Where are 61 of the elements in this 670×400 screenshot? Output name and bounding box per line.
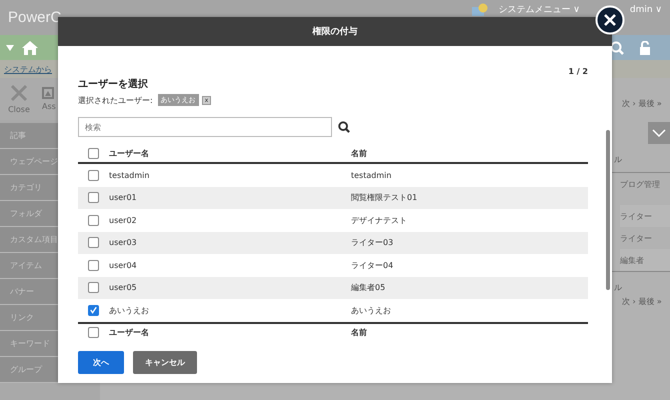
table-cell-text: 編集者05	[351, 282, 386, 294]
notice-link[interactable]: システムから	[4, 64, 52, 74]
table-cell-text: user05	[109, 283, 138, 292]
pager[interactable]: 次 › 最後 »	[622, 296, 670, 310]
table-cell-text: ライター03	[351, 237, 394, 248]
row-checkbox[interactable]	[88, 214, 99, 226]
column-label: ル	[614, 154, 623, 166]
search-field[interactable]: 検索	[78, 117, 332, 137]
table-cell-text: user02	[109, 216, 138, 225]
toolbar-button[interactable]: Close	[0, 78, 38, 120]
column-header[interactable]: 名前	[351, 327, 588, 338]
row-checkbox[interactable]	[88, 192, 99, 204]
page-indicator: 1 / 2	[568, 67, 588, 77]
caret-icon	[6, 44, 14, 50]
table-cell-text: あいうえお	[109, 304, 150, 316]
table-cell-text: testadmin	[109, 170, 150, 180]
dropdown[interactable]	[648, 122, 670, 144]
table-cell-text: ライター04	[351, 260, 394, 271]
system-menu[interactable]: システムメニュー ∨	[498, 4, 580, 16]
table-cell-text: 閲覧権限テスト01	[351, 192, 418, 204]
select-all-checkbox[interactable]	[88, 327, 99, 338]
table-cell-text: デザイナテスト	[351, 214, 408, 226]
lock-icon[interactable]	[640, 40, 650, 54]
logo[interactable]: PowerC	[8, 9, 62, 26]
select-all-checkbox[interactable]	[88, 148, 99, 158]
search-icon[interactable]	[610, 40, 624, 54]
column-header[interactable]: ユーザー名	[109, 327, 351, 338]
column-label: ル	[614, 282, 623, 294]
dialog-title: 権限の付与	[312, 25, 358, 38]
user-menu[interactable]: dmin ∨	[630, 4, 662, 16]
cancel-button[interactable]: キャンセル	[133, 350, 197, 374]
dialog-heading: ユーザーを選択	[78, 78, 149, 90]
chevron-down-icon	[652, 129, 666, 137]
role-cell-text: ブログ管理	[620, 179, 661, 191]
breadcrumb-home[interactable]	[0, 35, 58, 60]
row-checkbox[interactable]	[88, 282, 99, 294]
next-button[interactable]: 次へ	[78, 350, 124, 374]
table-cell-text: user03	[109, 238, 138, 248]
search-icon[interactable]	[338, 121, 350, 133]
role-cell-text: ライター	[620, 232, 653, 244]
row-checkbox[interactable]	[88, 260, 99, 271]
table-cell-text: user04	[109, 260, 138, 270]
selected-label: 選択されたユーザー:	[78, 94, 153, 106]
toolbar-button[interactable]: Ass	[42, 78, 56, 120]
scrollbar[interactable]	[606, 130, 610, 290]
close-icon[interactable]	[595, 5, 625, 35]
table-cell-text: testadmin	[351, 170, 392, 180]
row-checkbox[interactable]	[88, 170, 99, 181]
role-cell: ライター	[620, 205, 670, 227]
table-cell-text: user01	[109, 193, 138, 202]
row-checkbox[interactable]	[88, 237, 99, 248]
image-icon	[42, 87, 54, 99]
close-icon	[10, 84, 28, 102]
folder-plus-icon[interactable]	[472, 3, 488, 17]
pager[interactable]: 次 › 最後 »	[622, 98, 670, 112]
column-header[interactable]: 名前	[351, 148, 588, 158]
home-icon	[22, 40, 38, 54]
column-header[interactable]: ユーザー名	[109, 148, 351, 158]
role-cell: 編集者	[620, 249, 670, 271]
table-cell-text: あいうえお	[351, 304, 392, 316]
row-checkbox[interactable]	[88, 304, 99, 316]
